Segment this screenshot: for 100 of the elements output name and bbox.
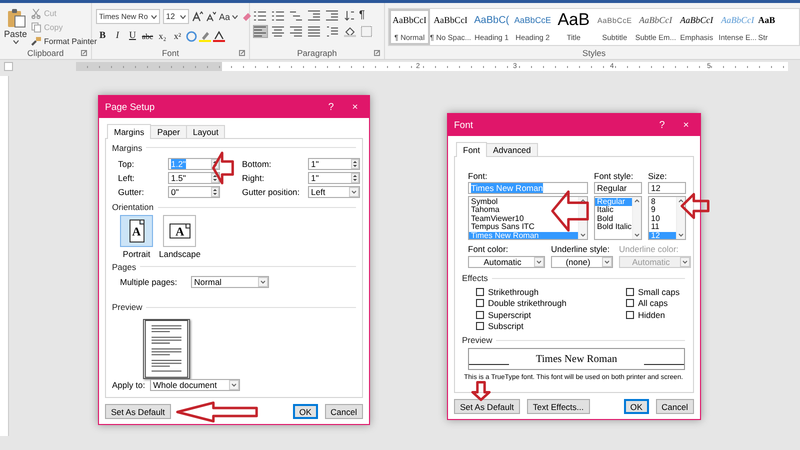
format-button[interactable]: abc bbox=[141, 29, 154, 43]
align-right-icon[interactable] bbox=[290, 26, 303, 37]
dialog-button[interactable]: Set As Default bbox=[454, 399, 520, 414]
tab[interactable]: Paper bbox=[150, 125, 187, 138]
section-heading: Preview bbox=[112, 302, 142, 312]
list-option[interactable]: Tempus Sans ITC bbox=[469, 223, 578, 232]
list-option[interactable]: 9 bbox=[649, 206, 676, 215]
checkbox[interactable] bbox=[626, 288, 634, 296]
dropdown[interactable]: (none) bbox=[551, 256, 613, 268]
dialog-button[interactable]: Cancel bbox=[656, 399, 694, 414]
shading-icon[interactable] bbox=[344, 26, 356, 37]
spinner-icon[interactable] bbox=[351, 158, 359, 169]
section-heading: Preview bbox=[462, 335, 492, 345]
tab[interactable]: Advanced bbox=[486, 143, 538, 156]
list-option[interactable]: Bold bbox=[595, 214, 632, 224]
format-button[interactable]: B bbox=[96, 29, 109, 43]
tab[interactable]: Layout bbox=[186, 125, 226, 138]
change-case-button[interactable]: Aa bbox=[219, 12, 238, 22]
paste-button[interactable]: Paste bbox=[4, 8, 28, 47]
list-option[interactable]: 10 bbox=[649, 214, 676, 224]
checkbox-label: Strikethrough bbox=[488, 286, 539, 297]
clipboard-command[interactable]: Format Painter bbox=[31, 35, 97, 47]
dropdown[interactable]: 12 bbox=[648, 182, 686, 194]
checkbox-label: Subscript bbox=[488, 321, 524, 332]
bullets-icon[interactable] bbox=[254, 10, 267, 20]
scrollbar[interactable] bbox=[676, 197, 685, 239]
shrink-font-icon[interactable] bbox=[206, 11, 216, 22]
list-option[interactable]: Bold Italic bbox=[595, 223, 632, 232]
borders-icon[interactable] bbox=[361, 26, 372, 37]
dialog-button[interactable]: Cancel bbox=[324, 404, 363, 419]
align-center-icon[interactable] bbox=[272, 26, 285, 37]
format-button[interactable]: I bbox=[111, 29, 124, 43]
align-justify-icon[interactable] bbox=[308, 26, 321, 37]
numbering-icon[interactable] bbox=[272, 10, 285, 20]
spin-field[interactable]: 1" bbox=[308, 172, 360, 184]
show-formatting-button[interactable]: ¶ bbox=[359, 9, 365, 21]
dialog-launcher-icon[interactable] bbox=[239, 50, 245, 56]
scissors-icon bbox=[31, 8, 42, 18]
spin-field[interactable]: 1" bbox=[308, 158, 360, 170]
checkbox[interactable] bbox=[626, 299, 634, 308]
close-button[interactable]: × bbox=[343, 97, 367, 117]
checkbox-label: All caps bbox=[638, 298, 668, 308]
spinner-icon[interactable] bbox=[351, 172, 359, 183]
spinner-icon[interactable] bbox=[211, 186, 219, 197]
checkbox[interactable] bbox=[476, 299, 484, 308]
tab[interactable]: Font bbox=[456, 142, 488, 157]
list-option[interactable]: 11 bbox=[649, 223, 676, 232]
checkbox[interactable] bbox=[476, 322, 484, 330]
dialog-launcher-icon[interactable] bbox=[374, 50, 380, 56]
format-button[interactable]: x₂ bbox=[156, 29, 169, 43]
dialog-button[interactable]: Text Effects... bbox=[526, 399, 590, 414]
annotation-arrow bbox=[550, 188, 590, 234]
field-label: Apply to: bbox=[112, 380, 146, 390]
section-heading: Orientation bbox=[112, 202, 154, 212]
dialog-button[interactable]: OK bbox=[293, 404, 318, 419]
font-color-icon[interactable] bbox=[213, 30, 225, 42]
dropdown[interactable]: Whole document bbox=[150, 379, 240, 392]
checkbox[interactable] bbox=[476, 288, 484, 296]
help-button[interactable]: ? bbox=[319, 97, 343, 117]
checkbox-label: Hidden bbox=[638, 310, 665, 320]
dropdown[interactable]: Automatic bbox=[468, 256, 545, 268]
help-button[interactable]: ? bbox=[650, 115, 674, 135]
multilevel-list-icon[interactable] bbox=[290, 10, 303, 20]
decrease-indent-icon[interactable] bbox=[308, 10, 321, 20]
text-effects-icon[interactable] bbox=[186, 30, 197, 42]
sort-icon[interactable] bbox=[344, 10, 354, 20]
tab[interactable]: Margins bbox=[107, 124, 152, 139]
dialog-button[interactable]: Set As Default bbox=[105, 404, 171, 419]
field-label: Font color: bbox=[468, 244, 510, 254]
spin-field[interactable]: 0" bbox=[168, 186, 220, 198]
field-label: Left: bbox=[118, 172, 136, 183]
list-option[interactable]: Italic bbox=[595, 206, 632, 215]
line-spacing-icon[interactable] bbox=[326, 26, 339, 37]
section-heading: Margins bbox=[112, 142, 142, 153]
increase-indent-icon[interactable] bbox=[326, 10, 339, 20]
dropdown[interactable]: Normal bbox=[191, 276, 270, 288]
list-option[interactable]: TeamViewer10 bbox=[469, 214, 578, 224]
dropdown[interactable]: Left bbox=[308, 186, 360, 198]
close-button[interactable]: × bbox=[674, 115, 698, 135]
font-size-dropdown[interactable]: 12 bbox=[163, 9, 189, 24]
field-label: Gutter: bbox=[118, 186, 145, 197]
list-option[interactable]: Tahoma bbox=[469, 206, 578, 215]
list-option[interactable]: 8 bbox=[649, 198, 676, 206]
section-heading: Effects bbox=[462, 273, 488, 283]
format-button[interactable]: U bbox=[126, 29, 139, 43]
scrollbar[interactable] bbox=[632, 197, 641, 239]
format-button[interactable]: x² bbox=[171, 29, 184, 43]
checkbox-label: Small caps bbox=[638, 286, 680, 297]
checkbox[interactable] bbox=[476, 310, 484, 319]
checkbox[interactable] bbox=[626, 310, 634, 319]
align-left-icon[interactable] bbox=[254, 26, 267, 37]
dialog-button[interactable]: OK bbox=[624, 399, 649, 414]
dialog-launcher-icon[interactable] bbox=[81, 50, 87, 56]
grow-font-icon[interactable] bbox=[192, 11, 203, 22]
list-option[interactable]: Symbol bbox=[469, 198, 578, 206]
spin-field[interactable]: 1.5" bbox=[168, 172, 220, 184]
group-label: Paragraph bbox=[297, 48, 337, 58]
field-label: Gutter position: bbox=[242, 186, 301, 197]
group-label: Font bbox=[162, 48, 179, 58]
dropdown[interactable]: Regular bbox=[594, 182, 642, 194]
